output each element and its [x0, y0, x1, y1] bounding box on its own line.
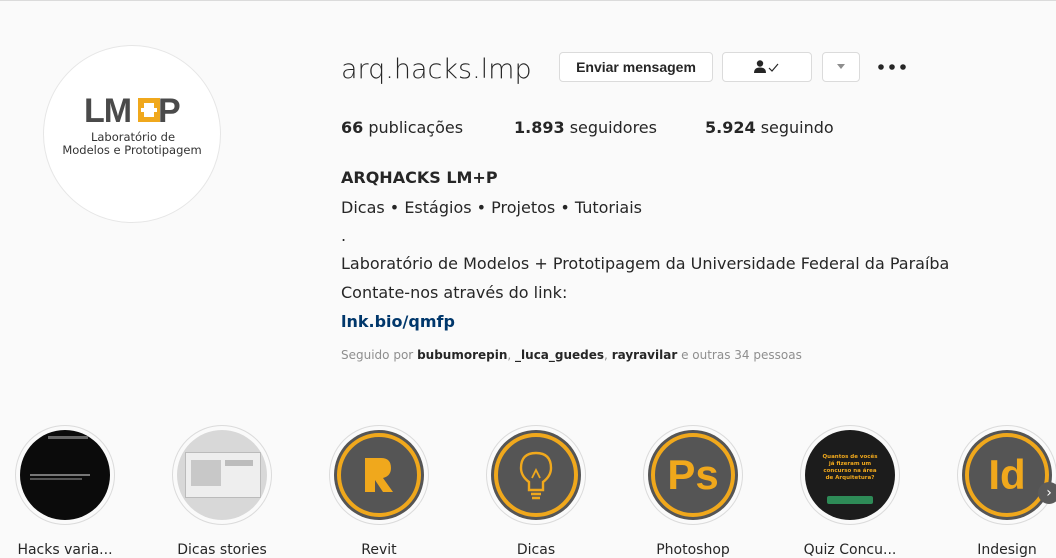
profile-avatar[interactable]: LM P Laboratório de Modelos e Prototipag…: [43, 45, 221, 223]
followers-count: 1.893: [514, 118, 565, 137]
suggestions-dropdown-button[interactable]: [822, 52, 860, 82]
bio-line: .: [341, 226, 347, 245]
posts-stat: 66 publicações: [341, 118, 463, 138]
following-button[interactable]: [722, 52, 812, 82]
top-divider: [0, 0, 1056, 1]
bio-link[interactable]: lnk.bio/qmfp: [341, 312, 455, 332]
highlight-label: Quiz Concu...: [803, 542, 897, 558]
highlight-cover: Ps: [648, 430, 738, 520]
following-stat[interactable]: 5.924 seguindo: [705, 118, 834, 138]
highlight-item[interactable]: Dicas: [486, 425, 586, 558]
photoshop-icon: Ps: [667, 451, 719, 498]
quiz-question-text: Quantos de vocês já fizeram um concurso …: [822, 454, 878, 481]
highlight-label: Dicas stories: [177, 542, 267, 558]
highlight-cover: [20, 430, 110, 520]
profile-username: arq.hacks.lmp: [341, 54, 532, 85]
follower-link[interactable]: _luca_guedes: [515, 348, 604, 362]
more-options-icon[interactable]: [876, 58, 908, 76]
followed-by-prefix: Seguido por: [341, 348, 414, 362]
chevron-right-icon: ›: [1046, 485, 1052, 501]
bio-name: ARQHACKS LM+P: [341, 168, 498, 187]
follower-link[interactable]: rayravilar: [612, 348, 678, 362]
lmp-logo: LM P: [84, 94, 181, 124]
followers-label: seguidores: [569, 118, 657, 137]
highlight-cover: Quantos de vocês já fizeram um concurso …: [805, 430, 895, 520]
highlight-cover: [177, 430, 267, 520]
highlight-item[interactable]: Dicas stories: [172, 425, 272, 558]
highlight-label: Hacks varia...: [17, 542, 113, 558]
highlight-item[interactable]: Ps Photoshop: [643, 425, 743, 558]
highlight-label: Revit: [361, 542, 397, 558]
bio-line: Laboratório de Modelos + Prototipagem da…: [341, 254, 950, 273]
following-count: 5.924: [705, 118, 756, 137]
bio-line: Dicas • Estágios • Projetos • Tutoriais: [341, 198, 643, 217]
avatar-text-line2: Modelos e Prototipagem: [62, 143, 202, 157]
highlight-item[interactable]: Hacks varia...: [15, 425, 115, 558]
highlight-item[interactable]: Quantos de vocês já fizeram um concurso …: [800, 425, 900, 558]
bio-line: Contate-nos através do link:: [341, 283, 568, 302]
highlight-label: Indesign: [977, 542, 1037, 558]
posts-count: 66: [341, 118, 364, 137]
followed-by-suffix[interactable]: e outras 34 pessoas: [681, 348, 802, 362]
followers-stat[interactable]: 1.893 seguidores: [514, 118, 657, 138]
highlights-next-button[interactable]: ›: [1038, 482, 1056, 504]
svg-text:LM: LM: [84, 94, 131, 124]
svg-text:P: P: [158, 94, 181, 124]
lightbulb-icon: [519, 451, 553, 500]
chevron-down-icon: [837, 64, 845, 69]
following-label: seguindo: [760, 118, 834, 137]
person-check-icon: [754, 60, 779, 73]
highlight-cover: Id: [962, 430, 1052, 520]
send-message-button[interactable]: Enviar mensagem: [559, 52, 713, 82]
posts-label: publicações: [368, 118, 464, 137]
highlight-cover: [491, 430, 581, 520]
highlight-label: Dicas: [516, 542, 556, 558]
follower-link[interactable]: bubumorepin: [417, 348, 507, 362]
followed-by-text: Seguido por bubumorepin, _luca_guedes, r…: [341, 348, 802, 362]
highlight-cover: [334, 430, 424, 520]
revit-icon: [365, 458, 393, 492]
highlight-item[interactable]: Revit: [329, 425, 429, 558]
highlight-label: Photoshop: [656, 542, 730, 558]
